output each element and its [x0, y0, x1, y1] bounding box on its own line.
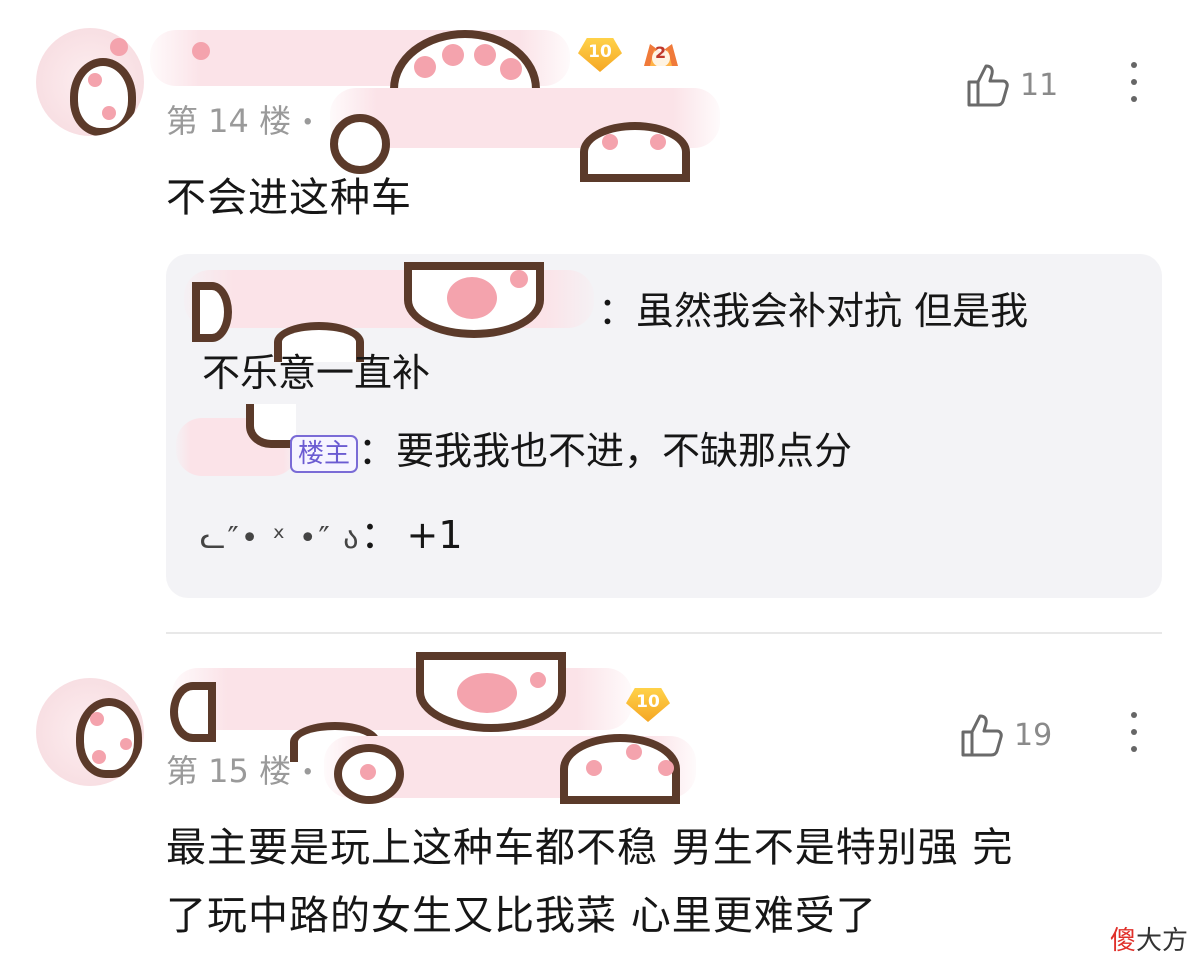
floor-number: 第 15 楼 • [166, 746, 314, 792]
reply-text: 虽然我会补对抗 但是我 [636, 289, 1029, 333]
avatar[interactable] [36, 678, 144, 786]
redaction-sticker [324, 730, 696, 804]
separator-dot: • [301, 760, 315, 786]
reply-separator: ： [360, 513, 399, 557]
thumbs-up-icon [961, 714, 1003, 757]
reply-line: ᓚ″• ˣ •″ ა： +1 [200, 506, 463, 568]
like-button[interactable]: 19 [960, 710, 1064, 760]
op-tag: 楼主 [290, 434, 359, 473]
reply-separator: ： [598, 289, 637, 333]
redaction-sticker [330, 100, 720, 182]
like-button[interactable]: 11 [966, 60, 1066, 110]
game-rank-badge-icon: 2 [640, 38, 682, 72]
redaction-sticker [80, 18, 240, 98]
floor-label: 第 14 楼 [166, 102, 292, 140]
more-vertical-icon[interactable] [1131, 712, 1139, 752]
watermark-text: 大方 [1136, 926, 1189, 956]
reply-line: ：虽然我会补对抗 但是我 [598, 282, 1028, 340]
level-badge-icon: 10 [578, 38, 622, 72]
reply-line: 楼主 ：要我我也不进，不缺那点分 [290, 422, 852, 480]
reply-username[interactable]: ᓚ″• ˣ •″ ა [200, 521, 361, 556]
comment-text-line: 了玩中路的女生又比我菜 心里更难受了 [166, 893, 877, 939]
reply-text: 要我我也不进，不缺那点分 [396, 429, 853, 473]
comment-text: 最主要是玩上这种车都不稳 男生不是特别强 完 了玩中路的女生又比我菜 心里更难受… [166, 818, 1166, 946]
comment-text-line: 最主要是玩上这种车都不稳 男生不是特别强 完 [166, 825, 1014, 871]
reply-text: +1 [406, 513, 463, 557]
game-badge-level: 2 [655, 43, 667, 62]
divider [166, 632, 1162, 634]
thumbs-up-icon [967, 64, 1009, 107]
watermark-accent: 傻 [1110, 926, 1137, 956]
like-count: 11 [1020, 67, 1059, 103]
like-count: 19 [1014, 717, 1053, 753]
more-vertical-icon[interactable] [1131, 62, 1139, 102]
reply-separator: ： [358, 429, 397, 473]
separator-dot: • [301, 110, 315, 136]
comment-text: 不会进这种车 [166, 175, 412, 221]
watermark: 傻大方 [1110, 920, 1188, 957]
floor-number: 第 14 楼 • [166, 96, 314, 142]
reply-line-continued: 不乐意一直补 [202, 351, 431, 395]
floor-label: 第 15 楼 [166, 752, 292, 790]
